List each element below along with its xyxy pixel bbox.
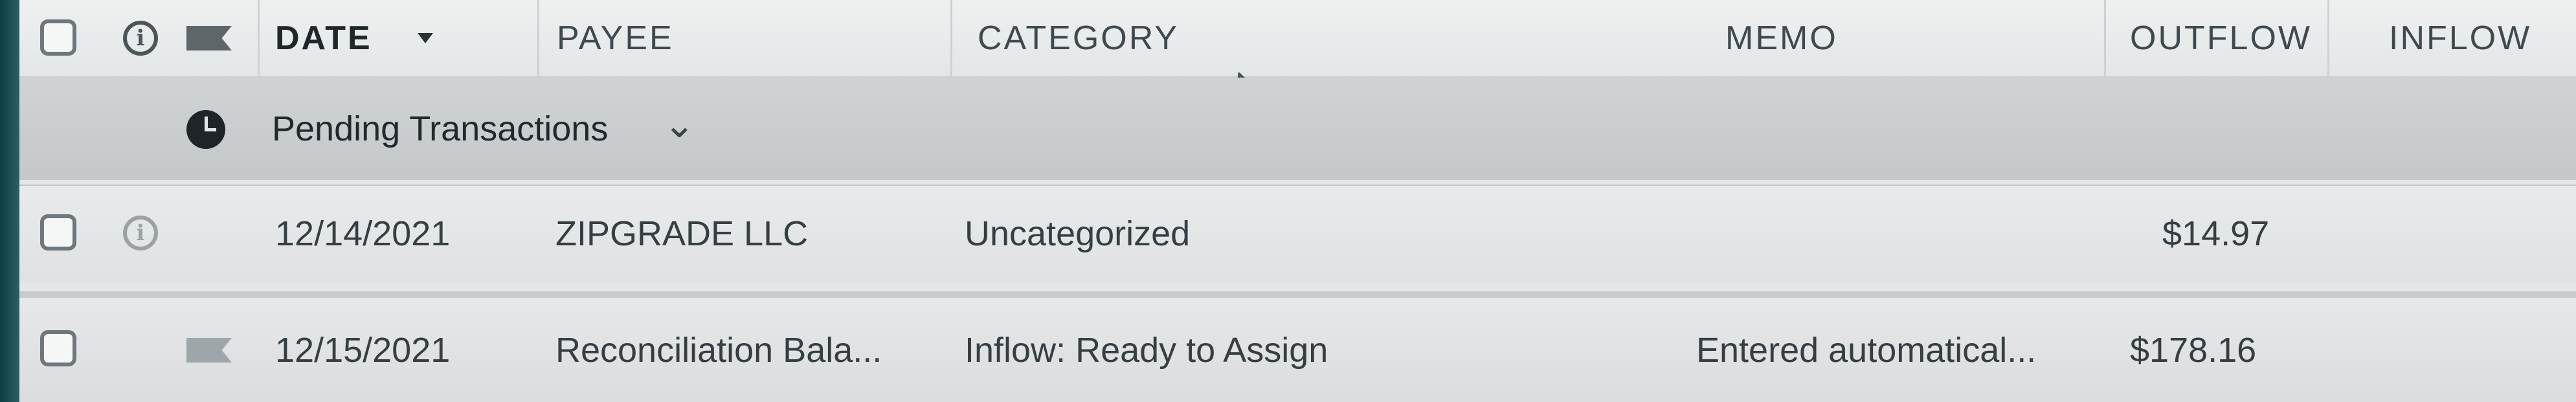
clock-icon (186, 110, 225, 149)
transaction-outflow[interactable]: $178.16 (2130, 298, 2256, 402)
info-icon[interactable]: i (123, 216, 158, 251)
column-header-memo[interactable]: MEMO (1725, 0, 2062, 76)
transaction-memo[interactable]: Entered automatical... (1696, 298, 2036, 402)
column-divider (537, 0, 539, 76)
flag-icon[interactable] (186, 26, 232, 50)
column-header-memo-label: MEMO (1725, 19, 1838, 57)
pending-transactions-group[interactable]: Pending Transactions ⌄ (19, 78, 2576, 180)
transaction-date[interactable]: 12/15/2021 (275, 298, 450, 402)
column-header-row: i DATE PAYEE CATEGORY MEMO OUTFLOW INFLO… (19, 0, 2576, 78)
select-all-checkbox[interactable] (40, 19, 76, 56)
transaction-date[interactable]: 12/14/2021 (275, 186, 450, 282)
transactions-register: i DATE PAYEE CATEGORY MEMO OUTFLOW INFLO… (19, 0, 2576, 402)
flag-icon[interactable] (186, 338, 232, 363)
column-header-category-label: CATEGORY (978, 19, 1180, 57)
column-header-payee-label: PAYEE (557, 19, 674, 57)
window-edge (0, 0, 19, 402)
column-header-category[interactable]: CATEGORY (978, 0, 1431, 76)
transaction-row[interactable]: i 12/14/2021 ZIPGRADE LLC Uncategorized … (19, 184, 2576, 282)
column-header-inflow-label: INFLOW (2389, 19, 2532, 57)
column-divider (258, 0, 260, 76)
column-header-payee[interactable]: PAYEE (557, 0, 945, 76)
column-divider (2104, 0, 2106, 76)
column-header-outflow[interactable]: OUTFLOW (2130, 0, 2350, 76)
transaction-payee[interactable]: ZIPGRADE LLC (555, 186, 808, 282)
chevron-down-icon[interactable]: ⌄ (664, 102, 695, 146)
sort-descending-icon[interactable] (417, 33, 433, 43)
column-header-date[interactable]: DATE (275, 0, 547, 76)
transaction-category[interactable]: Uncategorized (965, 186, 1190, 282)
row-checkbox[interactable] (40, 330, 76, 366)
column-header-date-label: DATE (275, 19, 372, 57)
transaction-payee[interactable]: Reconciliation Bala... (555, 298, 882, 402)
transaction-row[interactable]: 12/15/2021 Reconciliation Bala... Inflow… (19, 291, 2576, 402)
transaction-category[interactable]: Inflow: Ready to Assign (965, 298, 1328, 402)
column-header-inflow[interactable]: INFLOW (2389, 0, 2576, 76)
column-header-outflow-label: OUTFLOW (2130, 19, 2312, 57)
info-icon[interactable]: i (123, 21, 158, 56)
row-checkbox[interactable] (40, 214, 76, 251)
column-divider (2327, 0, 2329, 76)
column-divider (950, 0, 952, 76)
pending-transactions-label: Pending Transactions (272, 109, 609, 148)
transaction-outflow[interactable]: $14.97 (2162, 186, 2269, 282)
